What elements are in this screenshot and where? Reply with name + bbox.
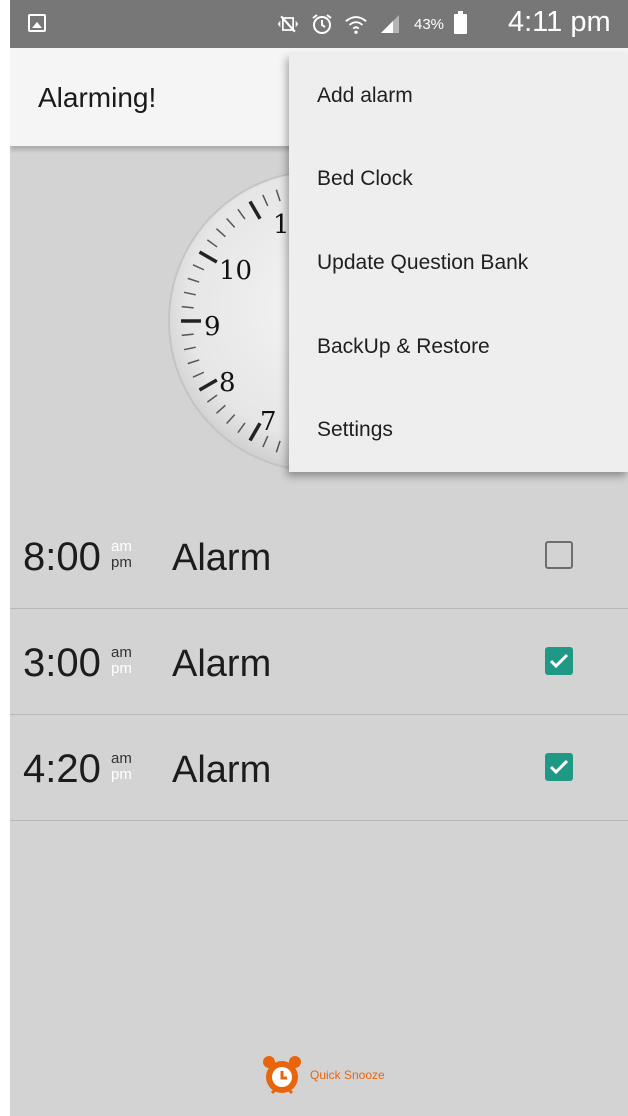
ampm-indicator: am pm xyxy=(111,539,132,571)
check-icon xyxy=(549,759,569,775)
alarm-row-2[interactable]: 4:20 am pm Alarm xyxy=(10,715,628,821)
alarm-clock-icon xyxy=(263,1056,301,1095)
app-title: Alarming! xyxy=(38,82,157,113)
am-label: am xyxy=(111,750,132,767)
wifi-icon xyxy=(344,12,368,36)
alarm-time: 4:20 xyxy=(23,747,101,791)
menu-item-backup-restore[interactable]: BackUp & Restore xyxy=(289,305,628,389)
screen: 43% 4:11 pm Alarming! 11 10 9 8 7 xyxy=(10,0,628,1116)
quick-snooze-button[interactable]: Quick Snooze xyxy=(260,1053,385,1097)
ampm-indicator: am pm xyxy=(111,751,132,783)
pm-label: pm xyxy=(111,660,132,677)
clock-numeral-7: 7 xyxy=(260,407,277,437)
gallery-icon xyxy=(28,14,46,32)
pm-label: pm xyxy=(111,554,132,571)
overflow-menu: Add alarm Bed Clock Update Question Bank… xyxy=(289,54,628,472)
clock-numeral-9: 9 xyxy=(204,312,221,342)
alarm-label: Alarm xyxy=(172,643,272,685)
alarm-enabled-checkbox[interactable] xyxy=(545,541,573,569)
am-label: am xyxy=(111,644,132,661)
alarm-label: Alarm xyxy=(172,537,272,579)
alarm-enabled-checkbox[interactable] xyxy=(545,647,573,675)
signal-icon xyxy=(378,12,402,36)
alarm-time: 8:00 xyxy=(23,535,101,579)
ampm-indicator: am pm xyxy=(111,645,132,677)
alarm-icon xyxy=(310,12,334,36)
alarm-label: Alarm xyxy=(172,749,272,791)
battery-percent: 43% xyxy=(414,15,445,33)
menu-item-bed-clock[interactable]: Bed Clock xyxy=(289,138,628,222)
alarm-time: 3:00 xyxy=(23,641,101,685)
alarm-row-1[interactable]: 3:00 am pm Alarm xyxy=(10,609,628,715)
menu-item-add-alarm[interactable]: Add alarm xyxy=(289,54,628,138)
check-icon xyxy=(549,653,569,669)
quick-snooze-label: Quick Snooze xyxy=(310,1068,385,1082)
menu-item-update-question-bank[interactable]: Update Question Bank xyxy=(289,221,628,305)
vibrate-mute-icon xyxy=(276,12,300,36)
clock-numeral-8: 8 xyxy=(219,368,236,398)
status-time: 4:11 pm xyxy=(508,6,611,38)
status-bar: 43% 4:11 pm xyxy=(10,0,628,48)
am-label: am xyxy=(111,538,132,555)
battery-icon xyxy=(454,11,468,34)
menu-item-settings[interactable]: Settings xyxy=(289,388,628,472)
alarm-enabled-checkbox[interactable] xyxy=(545,753,573,781)
pm-label: pm xyxy=(111,766,132,783)
alarm-list: 8:00 am pm Alarm 3:00 am pm Alarm 4:20 a… xyxy=(10,503,628,821)
status-icons: 43% xyxy=(276,10,468,38)
clock-numeral-10: 10 xyxy=(219,256,252,286)
alarm-row-0[interactable]: 8:00 am pm Alarm xyxy=(10,503,628,609)
